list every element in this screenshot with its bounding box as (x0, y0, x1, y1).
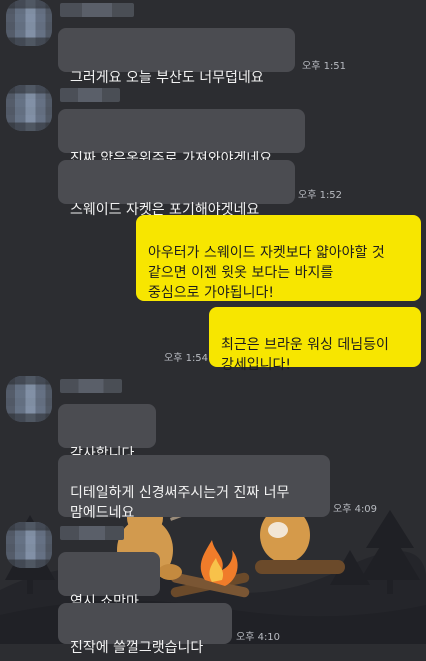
message-bubble[interactable]: 디테일하게 신경써주시는거 진짜 너무 맘에드네요 (58, 455, 330, 521)
sender-name-blurred (60, 526, 124, 540)
message-bubble[interactable]: 그러게요 오늘 부산도 너무덥네요 (58, 28, 295, 86)
message-timestamp: 오후 1:52 (298, 190, 343, 201)
sender-avatar[interactable] (6, 522, 52, 568)
message-bubble[interactable]: 스웨이드 자켓은 포기해야겟네요 (58, 160, 295, 218)
sender-name-blurred (60, 379, 122, 393)
message-text: 아우터가 스웨이드 자켓보다 얇아야할 것 같으면 이젠 윗옷 보다는 바지를 … (148, 245, 385, 301)
message-bubble[interactable]: 진짜 얇은옷위주로 가져와야겟네요 (58, 109, 305, 167)
message-text: 진작에 쓸껄그랫습니다 (70, 640, 204, 656)
sender-avatar[interactable] (6, 376, 52, 422)
sender-avatar[interactable] (6, 0, 52, 46)
sender-name-blurred (60, 88, 120, 102)
sender-name-blurred (60, 3, 134, 17)
message-timestamp: 오후 1:54 (164, 353, 209, 364)
message-bubble-outgoing[interactable]: 최근은 브라운 워싱 데님등이 강세입니다! (209, 307, 421, 373)
message-text: 디테일하게 신경써주시는거 진짜 너무 맘에드네요 (70, 485, 290, 521)
message-text: 최근은 브라운 워싱 데님등이 강세입니다! (221, 337, 389, 373)
message-bubble-outgoing[interactable]: 아우터가 스웨이드 자켓보다 얇아야할 것 같으면 이젠 윗옷 보다는 바지를 … (136, 215, 421, 301)
message-bubble[interactable]: 감사합니다 (58, 404, 156, 462)
message-timestamp: 오후 4:09 (333, 504, 378, 515)
message-text: 그러게요 오늘 부산도 너무덥네요 (70, 70, 264, 86)
sender-avatar[interactable] (6, 85, 52, 131)
message-timestamp: 오후 4:10 (236, 632, 281, 643)
message-bubble[interactable]: 진작에 쓸껄그랫습니다 (58, 603, 232, 656)
chat-area[interactable]: 그러게요 오늘 부산도 너무덥네요 오후 1:51 진짜 얇은옷위주로 가져와야… (0, 0, 426, 656)
message-timestamp: 오후 1:51 (302, 61, 347, 72)
message-bubble[interactable]: 역시 쇼만마 (58, 552, 160, 610)
